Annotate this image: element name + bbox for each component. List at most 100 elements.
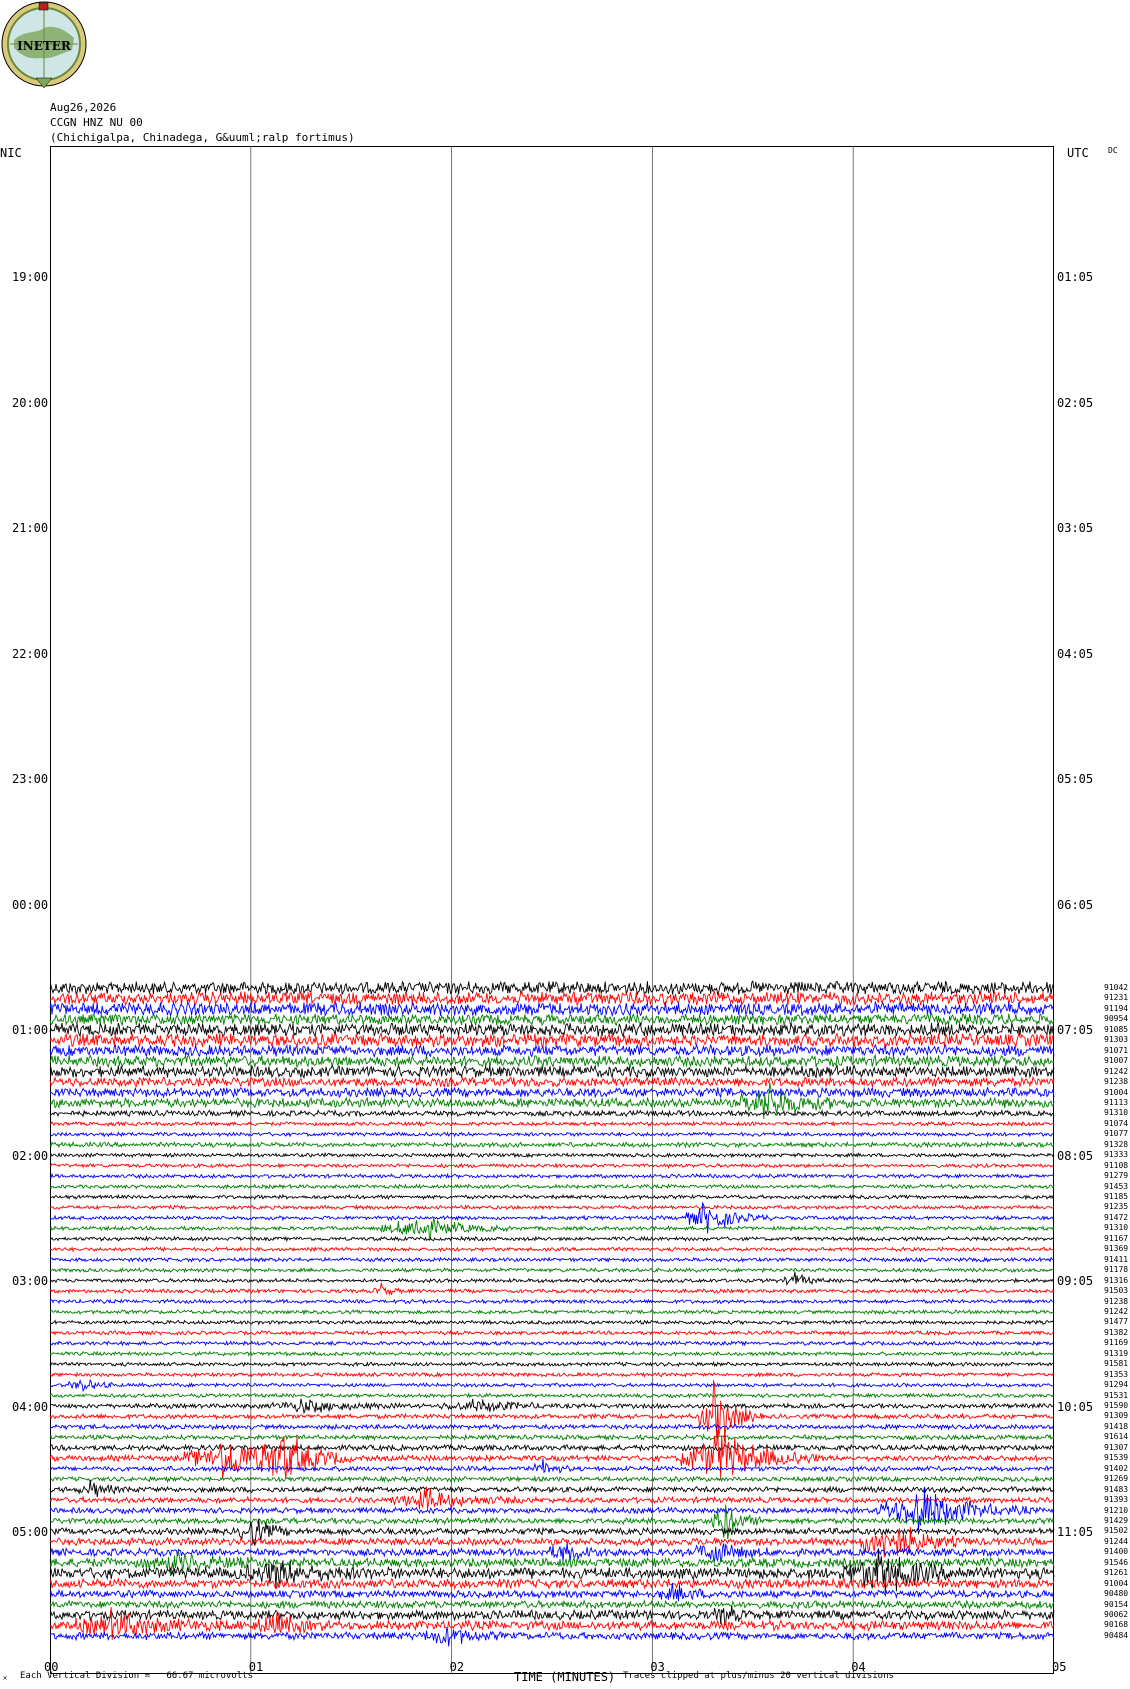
seismic-trace xyxy=(49,1140,1055,1149)
seismic-trace xyxy=(49,1298,1055,1305)
dc-offset-value: 91472 xyxy=(1104,1212,1129,1222)
seismic-trace xyxy=(49,1235,1055,1243)
dc-offset-value: 91071 xyxy=(1104,1045,1129,1055)
left-time-label: 20:00 xyxy=(12,395,49,410)
seismic-trace xyxy=(49,1064,1055,1079)
dc-offset-value: 91167 xyxy=(1104,1233,1129,1243)
seismic-trace xyxy=(49,1628,1055,1647)
left-time-label: 05:00 xyxy=(12,1525,49,1539)
seismic-trace xyxy=(49,1542,1055,1563)
right-time-label: 09:05 xyxy=(1057,1274,1094,1288)
left-time-label: 19:00 xyxy=(12,270,49,284)
dc-offset-value: 91310 xyxy=(1104,1223,1129,1233)
dc-offset-value: 90954 xyxy=(1104,1014,1129,1024)
seismic-trace xyxy=(49,1172,1055,1180)
dc-offset-value: 91369 xyxy=(1104,1244,1129,1254)
seismic-trace xyxy=(49,1479,1055,1498)
dc-offset-value: 91539 xyxy=(1104,1453,1129,1463)
seismic-trace xyxy=(49,1392,1055,1399)
dc-offset-value: 91077 xyxy=(1104,1129,1129,1139)
seismic-trace xyxy=(49,1458,1055,1474)
dc-offset-value: 91614 xyxy=(1104,1432,1129,1442)
dc-offset-value: 91279 xyxy=(1104,1171,1129,1181)
seismic-trace xyxy=(49,1549,1055,1593)
left-time-label: 23:00 xyxy=(12,772,49,786)
seismic-trace xyxy=(49,1266,1055,1274)
seismic-trace xyxy=(49,1108,1055,1119)
dc-offset-value: 91210 xyxy=(1104,1505,1129,1515)
logo-text: INETER xyxy=(17,39,72,53)
seismic-trace xyxy=(49,1350,1055,1357)
right-time-label: 11:05 xyxy=(1057,1525,1094,1539)
left-time-label: 21:00 xyxy=(12,521,49,535)
microvolts-value: 66.67 microvolts xyxy=(166,1671,254,1681)
dc-offset-value: 91531 xyxy=(1104,1390,1129,1400)
plot-frame xyxy=(50,146,1054,1674)
trace-group xyxy=(49,979,1055,1647)
dc-offset-value: 91477 xyxy=(1104,1317,1129,1327)
left-time-label: 02:00 xyxy=(12,1148,49,1163)
right-time-label: 02:05 xyxy=(1057,395,1094,410)
seismic-trace xyxy=(49,1340,1055,1347)
seismic-trace xyxy=(49,1216,1055,1239)
dc-offset-value: 91309 xyxy=(1104,1411,1129,1421)
seismic-trace xyxy=(49,1371,1055,1378)
dc-offset-value: 91238 xyxy=(1104,1077,1129,1087)
dc-offset-value: 91194 xyxy=(1104,1003,1129,1013)
dc-offset-value: 91316 xyxy=(1104,1275,1129,1285)
dc-offset-value: 91231 xyxy=(1104,993,1129,1003)
dc-label: DC xyxy=(1108,146,1118,155)
dc-offset-value: 90062 xyxy=(1104,1610,1129,1619)
seismic-trace xyxy=(49,1012,1055,1027)
dc-offset-value: 91418 xyxy=(1104,1421,1129,1431)
dc-offset-value: 91169 xyxy=(1104,1338,1129,1348)
vertical-gridlines xyxy=(250,146,854,1674)
seismic-trace xyxy=(49,1151,1055,1159)
dc-offset-value: 91242 xyxy=(1104,1306,1129,1316)
right-time-label: 04:05 xyxy=(1057,646,1094,661)
seismic-trace xyxy=(50,1120,1055,1128)
dc-offset-value: 91242 xyxy=(1104,1066,1129,1076)
seismic-trace xyxy=(49,1043,1055,1059)
ineter-logo: INETER xyxy=(1,1,87,89)
dc-offset-value: 91581 xyxy=(1104,1359,1129,1369)
seismic-trace xyxy=(49,1256,1055,1263)
dc-offset-value: 91185 xyxy=(1104,1192,1129,1201)
dc-offset-value: 91310 xyxy=(1104,1108,1129,1118)
left-time-label: 03:00 xyxy=(12,1274,49,1288)
seismic-trace xyxy=(49,1162,1055,1169)
right-time-label: 01:05 xyxy=(1057,270,1094,284)
dc-offset-value: 91590 xyxy=(1104,1401,1129,1410)
dc-offset-value: 91004 xyxy=(1104,1578,1129,1588)
dc-offset-value: 91108 xyxy=(1104,1160,1129,1170)
dc-offset-value: 91042 xyxy=(1104,983,1129,992)
seismic-trace xyxy=(49,1605,1055,1626)
seismic-trace xyxy=(49,1487,1055,1531)
dc-offset-value: 91085 xyxy=(1104,1024,1129,1034)
x-axis-label: TIME (MINUTES) xyxy=(514,1670,616,1684)
dc-offset-value: 91453 xyxy=(1104,1181,1129,1191)
seismic-trace xyxy=(49,1583,1055,1602)
seismic-trace xyxy=(49,1131,1055,1138)
plot-date: Aug26,2026 xyxy=(50,101,117,114)
seismic-trace xyxy=(49,1308,1055,1316)
seismic-trace xyxy=(49,1398,1055,1415)
right-zone-label: UTC xyxy=(1067,146,1089,160)
dc-offset-value: 91113 xyxy=(1104,1097,1129,1107)
dc-offset-value: 91382 xyxy=(1104,1327,1129,1337)
seismic-trace xyxy=(49,1433,1055,1442)
left-time-label: 04:00 xyxy=(12,1399,49,1414)
dc-offset-value: 91269 xyxy=(1104,1474,1129,1484)
x-tick-label: 02 xyxy=(449,1660,465,1674)
seismic-trace xyxy=(49,1599,1055,1611)
dc-offset-value: 90480 xyxy=(1104,1589,1129,1599)
clip-note: Traces clipped at plus/minus 20 vertical… xyxy=(623,1671,894,1681)
seismic-trace xyxy=(49,1271,1055,1286)
right-time-label: 06:05 xyxy=(1057,897,1094,912)
right-time-label: 03:05 xyxy=(1057,521,1094,535)
right-time-label: 05:05 xyxy=(1057,772,1094,786)
seismic-trace xyxy=(49,1193,1055,1201)
dc-offset-value: 91319 xyxy=(1104,1348,1129,1358)
dc-offset-value: 91393 xyxy=(1104,1495,1129,1505)
dc-offset-value: 91007 xyxy=(1104,1056,1129,1066)
